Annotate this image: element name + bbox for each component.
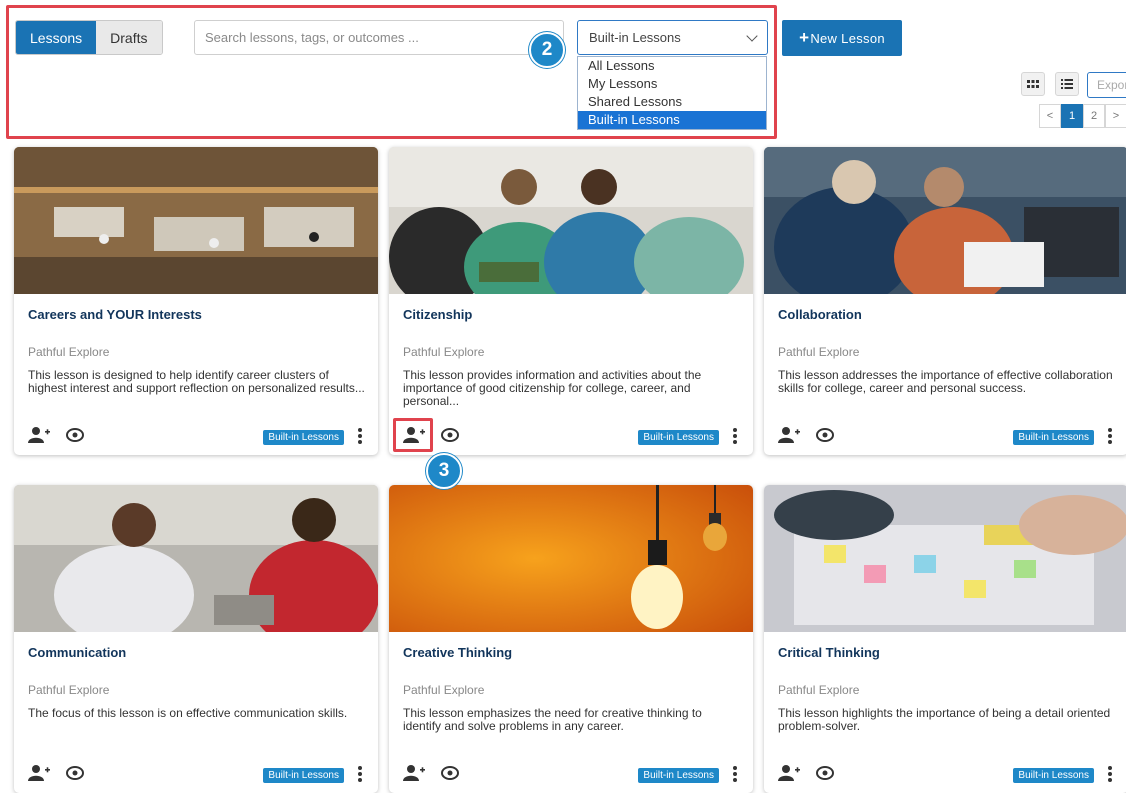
card-actions bbox=[778, 763, 836, 783]
card-title[interactable]: Careers and YOUR Interests bbox=[28, 307, 202, 322]
more-options-icon[interactable] bbox=[733, 428, 737, 444]
pager-prev[interactable]: < bbox=[1039, 104, 1061, 128]
card-actions bbox=[403, 425, 461, 445]
status-badge: Built-in Lessons bbox=[263, 768, 344, 783]
step-marker-3: 3 bbox=[426, 453, 462, 489]
card-actions bbox=[28, 425, 86, 445]
more-options-icon[interactable] bbox=[733, 766, 737, 782]
preview-eye-icon[interactable] bbox=[64, 763, 86, 783]
status-badge: Built-in Lessons bbox=[1013, 430, 1094, 445]
card-description: This lesson is designed to help identify… bbox=[28, 368, 365, 395]
assign-user-icon[interactable] bbox=[778, 763, 800, 783]
card-description: This lesson addresses the importance of … bbox=[778, 368, 1113, 395]
assign-user-icon[interactable] bbox=[403, 425, 425, 445]
plus-icon: + bbox=[799, 28, 810, 47]
lesson-tabs: Lessons Drafts bbox=[15, 20, 163, 55]
lesson-card[interactable]: Careers and YOUR Interests Pathful Explo… bbox=[14, 147, 378, 455]
preview-eye-icon[interactable] bbox=[814, 763, 836, 783]
list-icon bbox=[1061, 79, 1073, 89]
card-provider: Pathful Explore bbox=[403, 345, 485, 359]
new-lesson-button[interactable]: + New Lesson bbox=[782, 20, 902, 56]
list-view-button[interactable] bbox=[1055, 72, 1079, 96]
assign-user-icon[interactable] bbox=[403, 763, 425, 783]
status-badge: Built-in Lessons bbox=[638, 430, 719, 445]
preview-eye-icon[interactable] bbox=[439, 425, 461, 445]
group-reading-photo bbox=[389, 147, 753, 294]
lesson-card[interactable]: Communication Pathful Explore The focus … bbox=[14, 485, 378, 793]
card-title[interactable]: Communication bbox=[28, 645, 126, 660]
status-badge: Built-in Lessons bbox=[263, 430, 344, 445]
pager-next[interactable]: > bbox=[1105, 104, 1126, 128]
lesson-filter-select[interactable]: Built-in Lessons bbox=[577, 20, 768, 55]
sticky-notes-planning-photo bbox=[764, 485, 1126, 632]
chevron-down-icon bbox=[746, 29, 758, 42]
status-badge: Built-in Lessons bbox=[1013, 768, 1094, 783]
status-badge: Built-in Lessons bbox=[638, 768, 719, 783]
office-workspace-photo bbox=[14, 147, 378, 294]
new-lesson-label: New Lesson bbox=[810, 30, 885, 46]
preview-eye-icon[interactable] bbox=[64, 425, 86, 445]
pager-page-2[interactable]: 2 bbox=[1083, 104, 1105, 128]
light-bulb-photo bbox=[389, 485, 753, 632]
card-actions bbox=[403, 763, 461, 783]
filter-option-my[interactable]: My Lessons bbox=[578, 75, 766, 93]
filter-option-shared[interactable]: Shared Lessons bbox=[578, 93, 766, 111]
lesson-card[interactable]: Collaboration Pathful Explore This lesso… bbox=[764, 147, 1126, 455]
card-description: This lesson emphasizes the need for crea… bbox=[403, 706, 702, 733]
more-options-icon[interactable] bbox=[358, 428, 362, 444]
card-provider: Pathful Explore bbox=[28, 345, 110, 359]
assign-user-icon[interactable] bbox=[28, 763, 50, 783]
card-provider: Pathful Explore bbox=[778, 345, 860, 359]
tab-lessons[interactable]: Lessons bbox=[16, 21, 97, 54]
search-field[interactable] bbox=[194, 20, 564, 55]
step-marker-2: 2 bbox=[529, 32, 565, 68]
two-women-talking-photo bbox=[14, 485, 378, 632]
grid-view-button[interactable] bbox=[1021, 72, 1045, 96]
filter-option-built-in[interactable]: Built-in Lessons bbox=[578, 111, 766, 129]
lesson-filter-dropdown: All Lessons My Lessons Shared Lessons Bu… bbox=[577, 56, 767, 130]
lesson-card[interactable]: Creative Thinking Pathful Explore This l… bbox=[389, 485, 753, 793]
preview-eye-icon[interactable] bbox=[814, 425, 836, 445]
card-title[interactable]: Citizenship bbox=[403, 307, 472, 322]
card-actions bbox=[778, 425, 836, 445]
card-title[interactable]: Collaboration bbox=[778, 307, 862, 322]
preview-eye-icon[interactable] bbox=[439, 763, 461, 783]
card-description: This lesson highlights the importance of… bbox=[778, 706, 1111, 733]
card-description: The focus of this lesson is on effective… bbox=[28, 706, 348, 720]
assign-user-icon[interactable] bbox=[28, 425, 50, 445]
tab-drafts[interactable]: Drafts bbox=[96, 21, 162, 54]
more-options-icon[interactable] bbox=[358, 766, 362, 782]
filter-selected-value: Built-in Lessons bbox=[589, 30, 681, 45]
pager-page-1[interactable]: 1 bbox=[1061, 104, 1083, 128]
lesson-card[interactable]: Citizenship Pathful Explore This lesson … bbox=[389, 147, 753, 455]
export-field[interactable]: Expor bbox=[1087, 72, 1126, 98]
more-options-icon[interactable] bbox=[1108, 766, 1112, 782]
pagination: < 1 2 > bbox=[1039, 104, 1126, 128]
card-title[interactable]: Creative Thinking bbox=[403, 645, 512, 660]
search-input[interactable] bbox=[205, 30, 553, 45]
lesson-card[interactable]: Critical Thinking Pathful Explore This l… bbox=[764, 485, 1126, 793]
filter-option-all[interactable]: All Lessons bbox=[578, 57, 766, 75]
card-provider: Pathful Explore bbox=[778, 683, 860, 697]
assign-user-icon[interactable] bbox=[778, 425, 800, 445]
card-title[interactable]: Critical Thinking bbox=[778, 645, 880, 660]
grid-icon bbox=[1027, 80, 1039, 88]
card-description: This lesson provides information and act… bbox=[403, 368, 702, 408]
card-provider: Pathful Explore bbox=[403, 683, 485, 697]
card-actions bbox=[28, 763, 86, 783]
women-laptop-photo bbox=[764, 147, 1126, 294]
more-options-icon[interactable] bbox=[1108, 428, 1112, 444]
card-provider: Pathful Explore bbox=[28, 683, 110, 697]
